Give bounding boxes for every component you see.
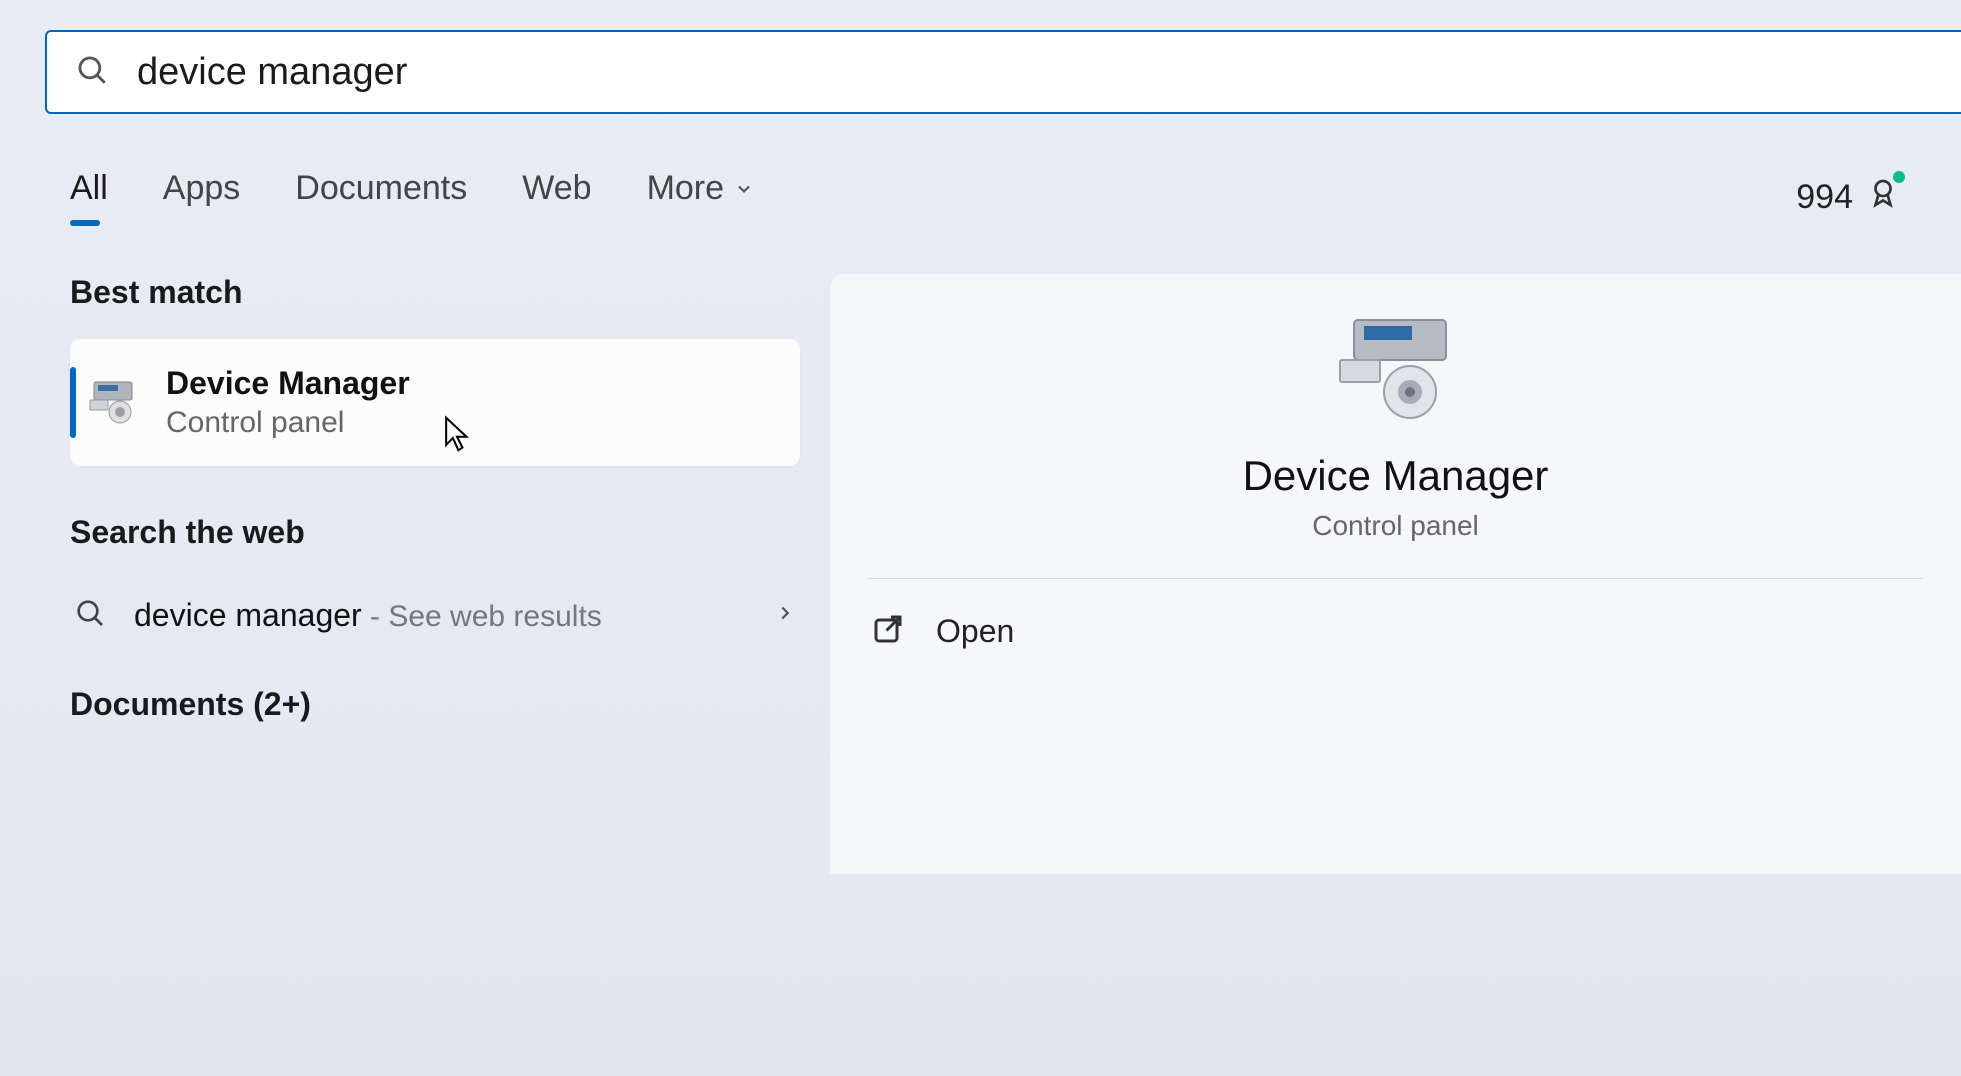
device-manager-icon [88,378,138,428]
search-icon [74,597,106,634]
tab-apps[interactable]: Apps [163,169,241,226]
web-result-item[interactable]: device manager - See web results [70,579,800,652]
search-box[interactable] [45,30,1961,114]
best-match-result[interactable]: Device Manager Control panel [70,339,800,466]
best-match-title: Device Manager [166,365,410,402]
documents-heading: Documents (2+) [70,686,800,723]
tab-web[interactable]: Web [522,169,591,226]
chevron-down-icon [734,169,754,208]
search-input[interactable] [137,51,1961,94]
medal-icon [1865,175,1901,220]
search-web-heading: Search the web [70,514,800,551]
device-manager-icon [1326,314,1466,424]
tab-documents[interactable]: Documents [295,169,467,226]
open-action[interactable]: Open [830,579,1961,684]
tab-more-label: More [647,169,724,208]
web-result-suffix: - See web results [362,600,602,633]
filter-tabs: All Apps Documents Web More 994 [45,114,1961,226]
preview-subtitle: Control panel [1312,510,1479,542]
results-column: Best match Device Manager Control panel [70,274,800,874]
rewards-points[interactable]: 994 [1796,175,1936,220]
open-external-icon [870,611,906,652]
chevron-right-icon [774,602,796,629]
tab-all[interactable]: All [70,169,108,226]
rewards-points-value: 994 [1796,178,1853,217]
preview-title: Device Manager [1243,452,1549,500]
best-match-heading: Best match [70,274,800,311]
best-match-subtitle: Control panel [166,406,410,440]
preview-panel: Device Manager Control panel Open [830,274,1961,874]
search-icon [75,53,109,92]
open-action-label: Open [936,613,1014,650]
tab-more[interactable]: More [647,169,754,226]
web-result-query: device manager [134,597,362,633]
cursor-icon [442,415,472,458]
